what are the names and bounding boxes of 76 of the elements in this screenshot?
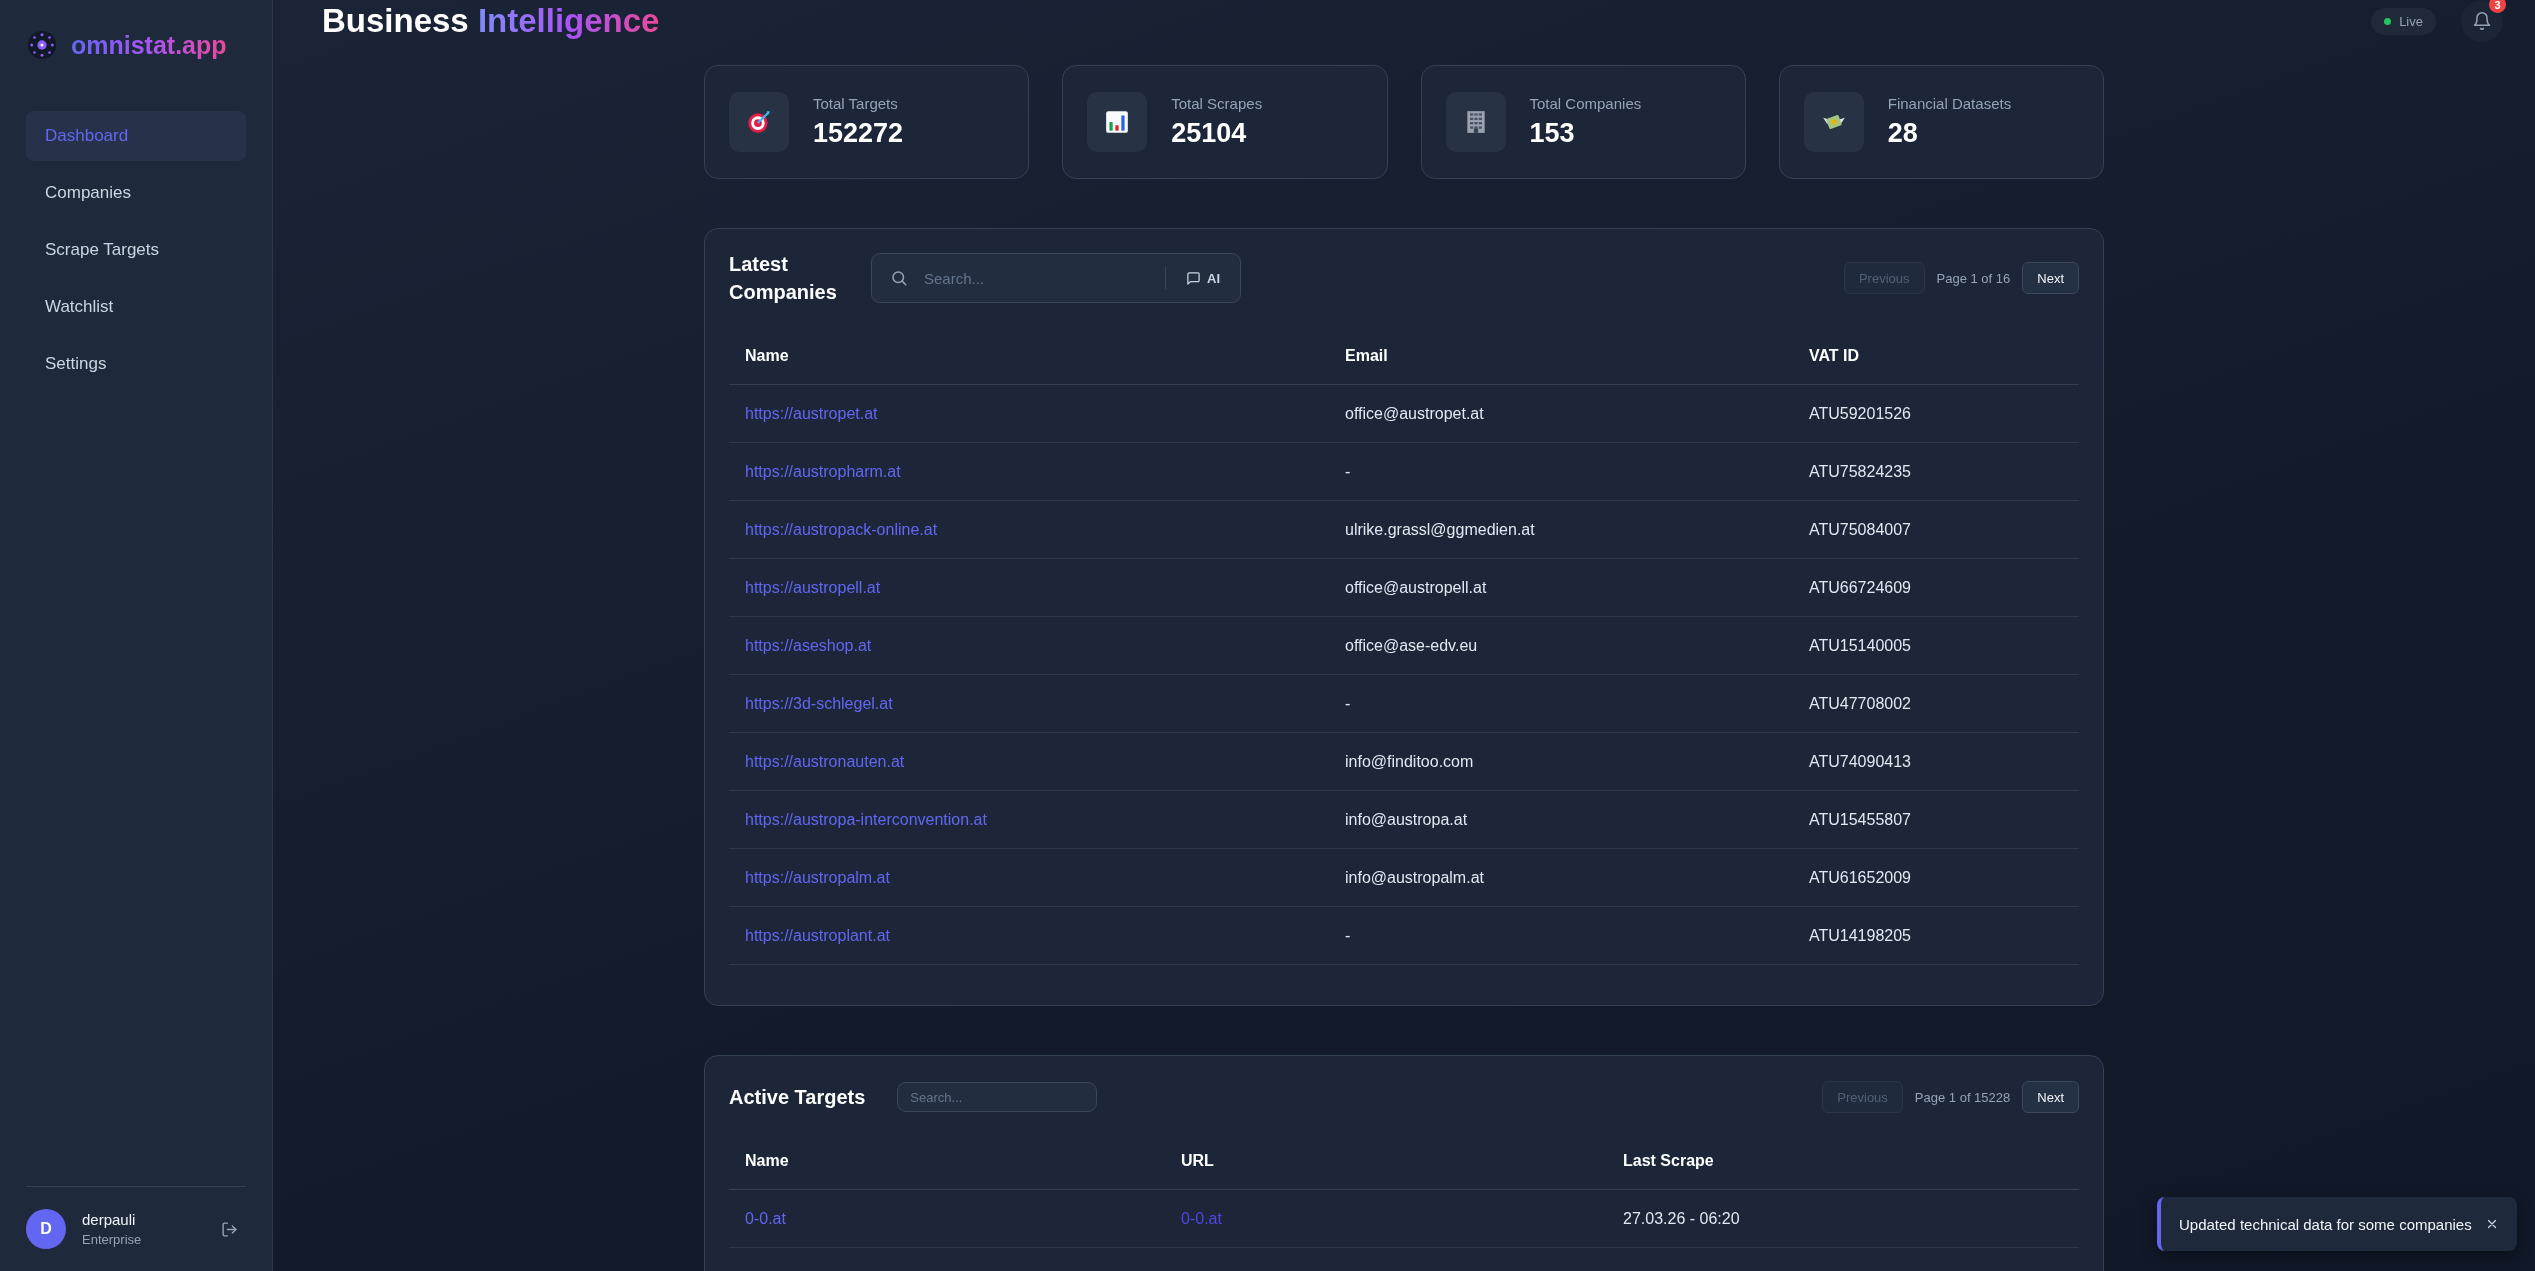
email-cell: info@austropa.at (1345, 810, 1468, 828)
company-link[interactable]: https://austropa-interconvention.at (745, 810, 987, 828)
vat-id-cell: ATU61652009 (1809, 868, 1911, 886)
email-cell: - (1345, 694, 1351, 712)
column-header: Name (729, 327, 1329, 385)
stat-label: Total Targets (813, 95, 899, 112)
company-link[interactable]: https://austropell.at (745, 578, 881, 596)
column-header: Email (1329, 327, 1793, 385)
email-cell: ulrike.grassl@ggmedien.at (1345, 520, 1535, 538)
user-plan: Enterprise (82, 1232, 143, 1247)
column-header: Name (729, 1132, 1165, 1190)
target-link[interactable]: 0-0.at (745, 1209, 786, 1227)
nav-item[interactable]: Scrape Targets (26, 225, 246, 275)
company-link[interactable]: https://austropack-online.at (745, 520, 938, 538)
logout-icon[interactable] (221, 1220, 238, 1238)
email-cell: info@finditoo.com (1345, 752, 1474, 770)
stat-value: 153 (1529, 118, 1576, 149)
chat-bubble-icon (1186, 270, 1201, 286)
live-status-badge: Live (2371, 7, 2436, 35)
vat-id-cell: ATU15140005 (1809, 636, 1911, 654)
notifications-button[interactable]: 3 (2461, 0, 2503, 42)
nav-item[interactable]: Companies (26, 168, 246, 218)
stat-label: Total Companies (1529, 95, 1642, 112)
vat-id-cell: ATU75824235 (1809, 462, 1911, 480)
email-cell: - (1345, 926, 1351, 944)
notification-count: 3 (2489, 0, 2506, 13)
stat-label: Financial Datasets (1887, 95, 2012, 112)
column-header: URL (1165, 1132, 1607, 1190)
company-link[interactable]: https://3d-schlegel.at (745, 694, 893, 712)
bell-icon (2472, 11, 2492, 31)
user-name: derpauli (82, 1211, 137, 1228)
vat-id-cell: ATU59201526 (1809, 404, 1911, 422)
column-header: VAT ID (1793, 327, 2079, 385)
ai-button[interactable]: AI (1180, 266, 1226, 290)
email-cell: office@austropell.at (1345, 578, 1487, 596)
email-cell: office@austropet.at (1345, 404, 1484, 422)
nav-item[interactable]: Dashboard (26, 111, 246, 161)
url-link[interactable]: 0-0.at (1181, 1209, 1222, 1227)
search-icon (890, 269, 908, 287)
stat-value: 28 (1887, 118, 1919, 149)
vat-id-cell: ATU47708002 (1809, 694, 1911, 712)
bar-chart-icon (1104, 109, 1131, 135)
vat-id-cell: ATU66724609 (1809, 578, 1911, 596)
column-header: Last Scrape (1607, 1132, 2079, 1190)
stat-value: 25104 (1171, 118, 1248, 149)
last-scrape-cell: 27.03.26 - 06:20 (1623, 1209, 1740, 1227)
close-icon[interactable] (2485, 1217, 2499, 1231)
email-cell: - (1345, 462, 1351, 480)
dartboard-icon (746, 109, 772, 135)
stat-label: Total Scrapes (1171, 95, 1263, 112)
company-link[interactable]: https://austronauten.at (745, 752, 905, 770)
company-link[interactable]: https://austropalm.at (745, 868, 890, 886)
company-link[interactable]: https://austropet.at (745, 404, 878, 422)
logo-icon (27, 30, 57, 60)
email-cell: office@ase-edv.eu (1345, 636, 1478, 654)
search-field[interactable]: Search... (897, 1082, 1098, 1112)
company-link[interactable]: https://austropharm.at (745, 462, 901, 480)
panel-title: Active Targets (729, 1085, 866, 1110)
panel-title: Latest Companies (729, 252, 838, 305)
company-link[interactable]: https://austroplant.at (745, 926, 890, 944)
next-button[interactable]: Next (2022, 1081, 2079, 1113)
next-button[interactable]: Next (2022, 262, 2079, 294)
nav-item[interactable]: Settings (26, 339, 246, 389)
page-indicator: Page 1 of 16 (1936, 270, 2011, 286)
email-cell: info@austropalm.at (1345, 868, 1484, 886)
page-indicator: Page 1 of 15228 (1914, 1089, 2011, 1105)
avatar: D (26, 1209, 66, 1249)
vat-id-cell: ATU75084007 (1809, 520, 1911, 538)
vat-id-cell: ATU14198205 (1809, 926, 1911, 944)
toast-message: Updated technical data for some companies (2179, 1215, 2472, 1233)
stat-value: 152272 (813, 118, 904, 149)
nav-item[interactable]: Watchlist (26, 282, 246, 332)
vat-id-cell: ATU74090413 (1809, 752, 1911, 770)
search-field[interactable]: Search... AI (871, 253, 1241, 303)
vat-id-cell: ATU15455807 (1809, 810, 1911, 828)
company-link[interactable]: https://aseshop.at (745, 636, 872, 654)
